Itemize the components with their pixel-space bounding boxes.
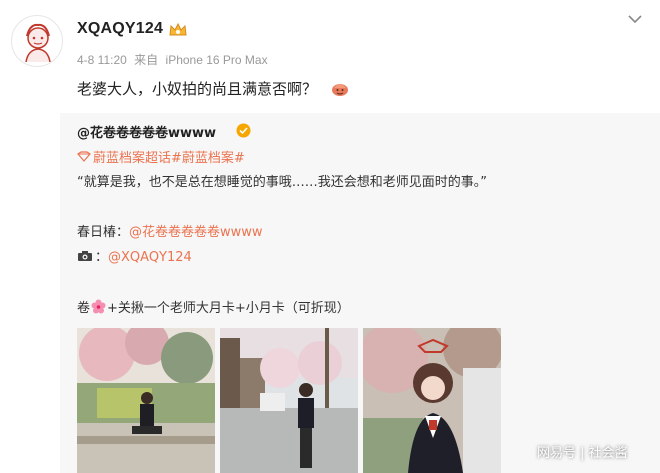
cos-row: 卷 +关揪一个老师大月卡+小月卡（可折现）	[77, 297, 350, 316]
photo-3[interactable]	[363, 328, 501, 473]
source-device: iPhone 16 Pro Max	[165, 53, 268, 67]
photo-1[interactable]	[77, 328, 215, 473]
repost-user[interactable]: @花卷卷卷卷卷wwww	[77, 122, 216, 141]
chevron-down-icon[interactable]	[627, 13, 643, 25]
source-prefix: 来自	[134, 53, 159, 67]
emoji-icon	[332, 84, 348, 96]
repost-quote: “就算是我，也不是总在想睡觉的事哦……我还会想和老师见面时的事。”	[77, 175, 487, 190]
topic-row[interactable]: 蔚蓝档案超话#蔚蓝档案#	[77, 147, 245, 166]
photographer-link[interactable]: @XQAQY124	[108, 250, 192, 265]
weibo-post: XQAQY124 4-8 11:20 来自 iPhone 16 Pro Max …	[0, 0, 660, 473]
watermark: 网易号 | 社会酱	[537, 446, 628, 461]
post-meta: 4-8 11:20 来自 iPhone 16 Pro Max	[77, 51, 272, 68]
post-text: 老婆大人，小奴拍的尚且满意否啊？	[77, 80, 318, 98]
character-link[interactable]: @花卷卷卷卷卷wwww	[129, 225, 263, 240]
verified-icon	[236, 123, 251, 138]
avatar[interactable]	[11, 15, 63, 67]
photographer-row: ：@XQAQY124	[77, 246, 192, 265]
username[interactable]: XQAQY124	[77, 20, 163, 38]
cos-prefix: 卷	[77, 301, 91, 316]
topic-icon	[77, 151, 91, 162]
character-row: 春日椿：@花卷卷卷卷卷wwww	[77, 221, 263, 240]
character-label: 春日椿：	[77, 225, 130, 240]
repost-card: @花卷卷卷卷卷wwww 蔚蓝档案超话#蔚蓝档案# “就算是我，也不是总在想睡觉的…	[60, 113, 660, 473]
photo-2[interactable]	[220, 328, 358, 473]
cos-suffix: +关揪一个老师大月卡+小月卡（可折现）	[107, 301, 350, 316]
camera-icon	[78, 251, 92, 261]
flower-icon	[91, 299, 106, 314]
vip-crown-icon	[169, 22, 187, 36]
topic-links[interactable]: 蔚蓝档案超话#蔚蓝档案#	[93, 151, 245, 166]
post-date[interactable]: 4-8 11:20	[77, 53, 127, 67]
